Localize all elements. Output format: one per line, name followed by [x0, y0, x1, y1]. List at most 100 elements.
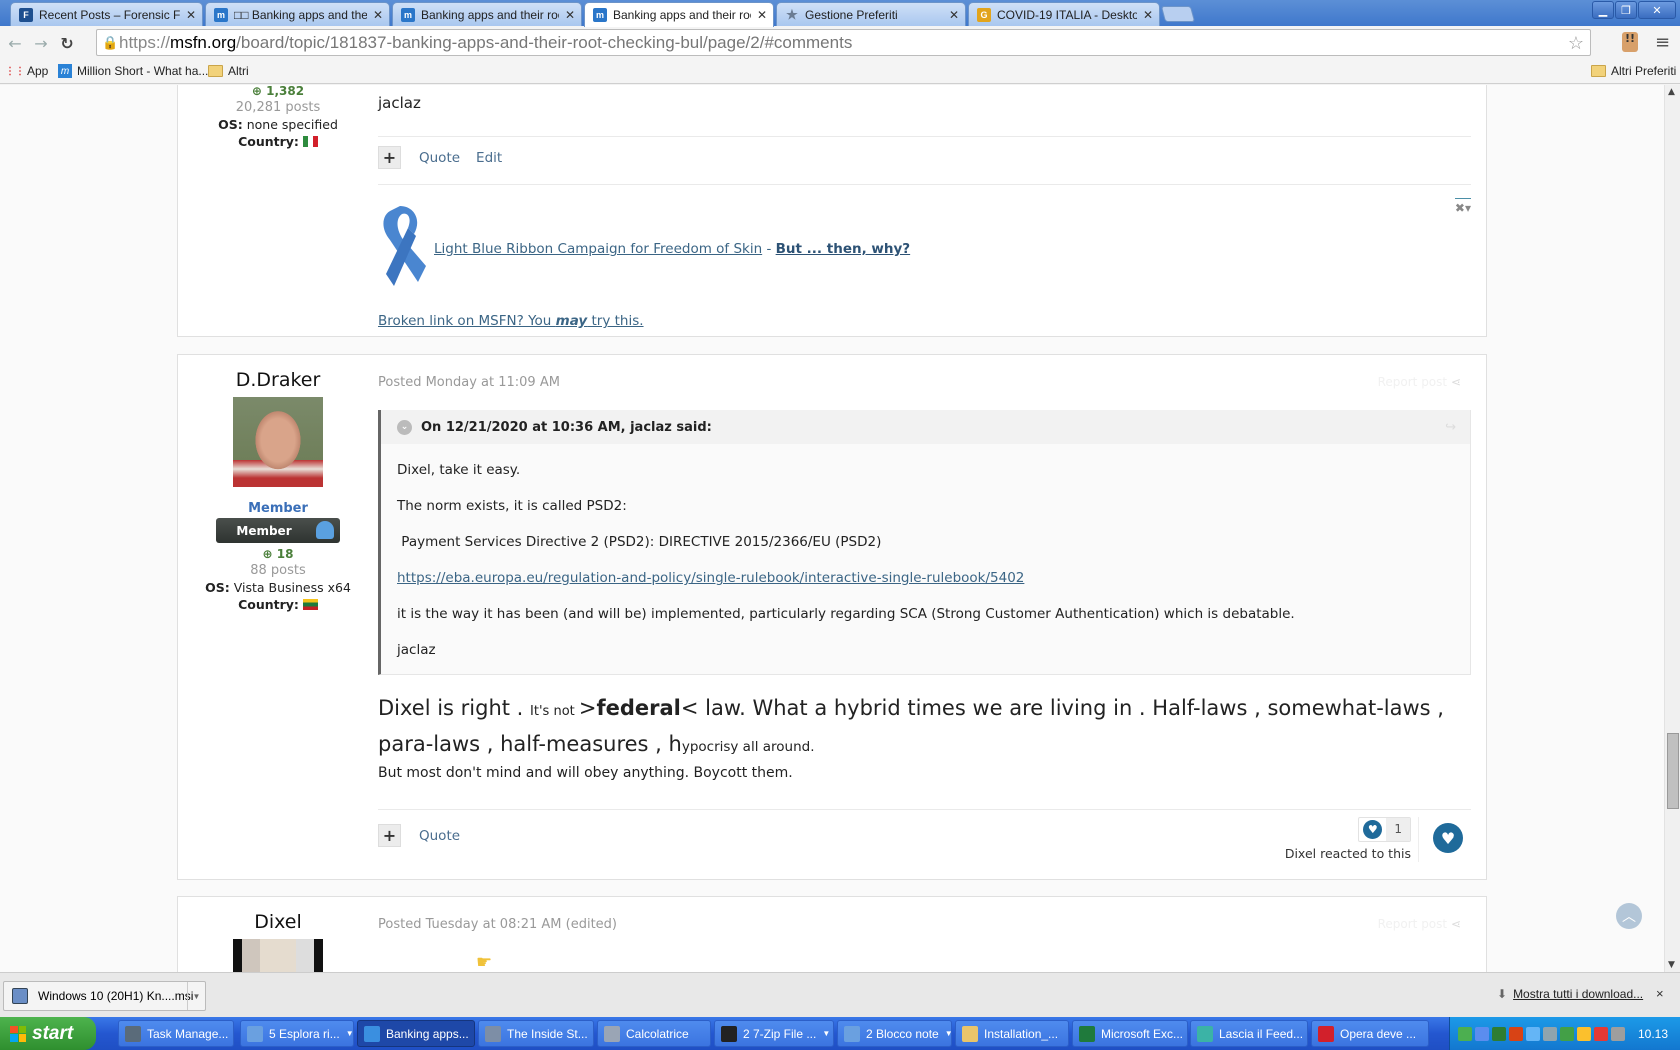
share-icon[interactable]: ⋖	[1451, 375, 1461, 389]
tray-app-icon[interactable]	[1458, 1026, 1472, 1041]
taskbar-button[interactable]: Lascia il Feed...	[1190, 1020, 1308, 1047]
bookmark-million-short[interactable]: m Million Short - What ha...	[58, 64, 208, 78]
post-count: 88 posts	[250, 563, 306, 578]
tab-banking-apps-2[interactable]: m Banking apps and their root ✕	[392, 2, 582, 26]
forward-button[interactable]: →	[30, 32, 52, 54]
ignore-signature-control[interactable]: ✖▾	[1454, 198, 1471, 215]
reaction-count-badge[interactable]: ♥ 1	[1358, 817, 1411, 842]
taskbar-button[interactable]: Task Manage...	[118, 1020, 234, 1047]
taskbar-button[interactable]: Banking apps...	[357, 1020, 475, 1047]
group-chevron-icon[interactable]: ▼	[822, 1029, 830, 1038]
report-post-link[interactable]: Report post ⋖	[1378, 375, 1461, 389]
tray-app-icon[interactable]	[1526, 1026, 1540, 1041]
tray-app-icon[interactable]	[1560, 1026, 1574, 1041]
multiquote-plus-button[interactable]: +	[378, 146, 401, 169]
tab-recent-posts[interactable]: F Recent Posts – Forensic Foc ✕	[10, 2, 203, 26]
author-avatar[interactable]	[233, 397, 323, 487]
tray-app-icon[interactable]	[1577, 1026, 1591, 1041]
post-timestamp: Posted Tuesday at 08:21 AM (edited)	[378, 917, 617, 932]
tab-title: Gestione Preferiti	[805, 7, 898, 22]
broken-link-notice[interactable]: Broken link on MSFN? You may try this.	[378, 313, 644, 329]
app-icon	[364, 1025, 380, 1042]
taskbar-button[interactable]: 2 7-Zip File ... ▼	[714, 1020, 834, 1047]
download-item[interactable]: Windows 10 (20H1) Kn....msi ▼	[3, 981, 206, 1011]
close-window-button[interactable]: ✕	[1638, 1, 1676, 19]
ribbon-campaign-link[interactable]: Light Blue Ribbon Campaign for Freedom o…	[434, 241, 762, 257]
tray-app-icon[interactable]	[1475, 1026, 1489, 1041]
taskbar-button[interactable]: Microsoft Exc...	[1072, 1020, 1188, 1047]
signature: Light Blue Ribbon Campaign for Freedom o…	[378, 204, 910, 286]
multiquote-plus-button[interactable]: +	[378, 824, 401, 847]
restore-button[interactable]: ❐	[1615, 1, 1637, 19]
scrollbar-thumb[interactable]	[1667, 733, 1679, 809]
download-options-chevron-icon[interactable]: ▼	[187, 982, 205, 1010]
close-tab-icon[interactable]: ✕	[949, 8, 959, 22]
go-to-quoted-icon[interactable]: ↪	[1445, 420, 1456, 435]
app-icon	[844, 1025, 860, 1042]
quote-collapse-icon[interactable]: ⌄	[397, 419, 412, 435]
author-panel: D.Draker Member Member ⊕ 18 88 posts OS:…	[178, 369, 378, 612]
extension-icon[interactable]: !!	[1622, 32, 1638, 52]
start-button[interactable]: start	[0, 1017, 96, 1050]
back-button[interactable]: ←	[4, 32, 26, 54]
bookmark-star-icon[interactable]: ☆	[1568, 33, 1584, 54]
quote-link[interactable]: Quote	[419, 150, 460, 166]
author-name[interactable]: D.Draker	[178, 369, 378, 391]
author-country: Country:	[178, 597, 378, 612]
taskbar-button[interactable]: Installation_...	[955, 1020, 1069, 1047]
reacted-by-text[interactable]: Dixel reacted to this	[1285, 846, 1411, 861]
close-download-bar-button[interactable]: ×	[1656, 986, 1664, 1001]
apps-grid-icon: ⋮⋮	[5, 65, 25, 77]
close-tab-icon[interactable]: ✕	[1143, 8, 1153, 22]
tray-app-icon[interactable]	[1492, 1026, 1506, 1041]
share-icon[interactable]: ⋖	[1451, 917, 1461, 931]
group-chevron-icon[interactable]: ▼	[346, 1029, 353, 1038]
but-then-why-link[interactable]: But ... then, why?	[776, 241, 911, 257]
tray-app-icon[interactable]	[1543, 1026, 1557, 1041]
close-tab-icon[interactable]: ✕	[757, 8, 767, 22]
bookmark-apps[interactable]: ⋮⋮ App	[5, 64, 48, 78]
tray-app-icon[interactable]	[1611, 1026, 1625, 1041]
taskbar-button[interactable]: 5 Esplora ri... ▼	[240, 1020, 354, 1047]
eba-link[interactable]: https://eba.europa.eu/regulation-and-pol…	[397, 570, 1024, 586]
tab-covid[interactable]: G COVID-19 ITALIA - Desktop ✕	[968, 2, 1160, 26]
address-bar[interactable]: 🔒 https://msfn.org/board/topic/181837-ba…	[96, 29, 1591, 56]
edit-link[interactable]: Edit	[476, 150, 502, 166]
react-button[interactable]: ♥	[1433, 823, 1463, 853]
taskbar-button-label: The Inside St...	[507, 1026, 588, 1041]
bookmark-folder-altri-preferiti[interactable]: Altri Preferiti	[1591, 64, 1676, 78]
close-tab-icon[interactable]: ✕	[373, 8, 383, 22]
show-all-downloads-link[interactable]: ⬇ Mostra tutti i download...	[1497, 987, 1643, 1001]
tab-gestione-preferiti[interactable]: ★ Gestione Preferiti ✕	[776, 2, 966, 26]
close-tab-icon[interactable]: ✕	[565, 8, 575, 22]
folder-icon	[1591, 65, 1606, 77]
scroll-to-top-button[interactable]: ︿	[1616, 903, 1642, 929]
author-avatar[interactable]	[233, 939, 323, 972]
reload-button[interactable]: ↻	[56, 32, 78, 54]
quote-link[interactable]: Quote	[419, 828, 460, 844]
scroll-down-arrow-icon[interactable]: ▼	[1668, 960, 1675, 970]
page-scrollbar[interactable]: ▲ ▼	[1664, 85, 1680, 972]
chrome-menu-icon[interactable]: ≡	[1655, 32, 1670, 53]
tray-app-icon[interactable]	[1509, 1026, 1523, 1041]
bookmark-folder-altri[interactable]: Altri	[208, 64, 249, 78]
new-tab-button[interactable]	[1160, 6, 1196, 22]
author-name[interactable]: Dixel	[178, 911, 378, 933]
report-post-link[interactable]: Report post ⋖	[1378, 917, 1461, 931]
minimize-button[interactable]: ▁	[1592, 1, 1614, 19]
tray-app-icon[interactable]	[1594, 1026, 1608, 1041]
author-panel: ⊕ 1,382 20,281 posts OS: none specified …	[178, 85, 378, 149]
scroll-up-arrow-icon[interactable]: ▲	[1668, 87, 1675, 97]
tab-banking-apps-active[interactable]: m Banking apps and their root ✕	[584, 2, 774, 27]
taskbar-button[interactable]: The Inside St...	[478, 1020, 594, 1047]
windows-taskbar: start Task Manage... 5 Esplora ri... ▼ Bank…	[0, 1017, 1680, 1050]
million-short-favicon: m	[58, 64, 72, 78]
close-tab-icon[interactable]: ✕	[186, 8, 196, 22]
clock[interactable]: 10.13	[1638, 1027, 1668, 1041]
tab-banking-apps-1[interactable]: m □□ Banking apps and their ✕	[205, 2, 390, 26]
taskbar-button[interactable]: 2 Blocco note ▼	[837, 1020, 952, 1047]
divider	[378, 809, 1471, 810]
group-chevron-icon[interactable]: ▼	[945, 1029, 951, 1038]
taskbar-button[interactable]: Opera deve ...	[1311, 1020, 1429, 1047]
taskbar-button[interactable]: Calcolatrice	[597, 1020, 711, 1047]
